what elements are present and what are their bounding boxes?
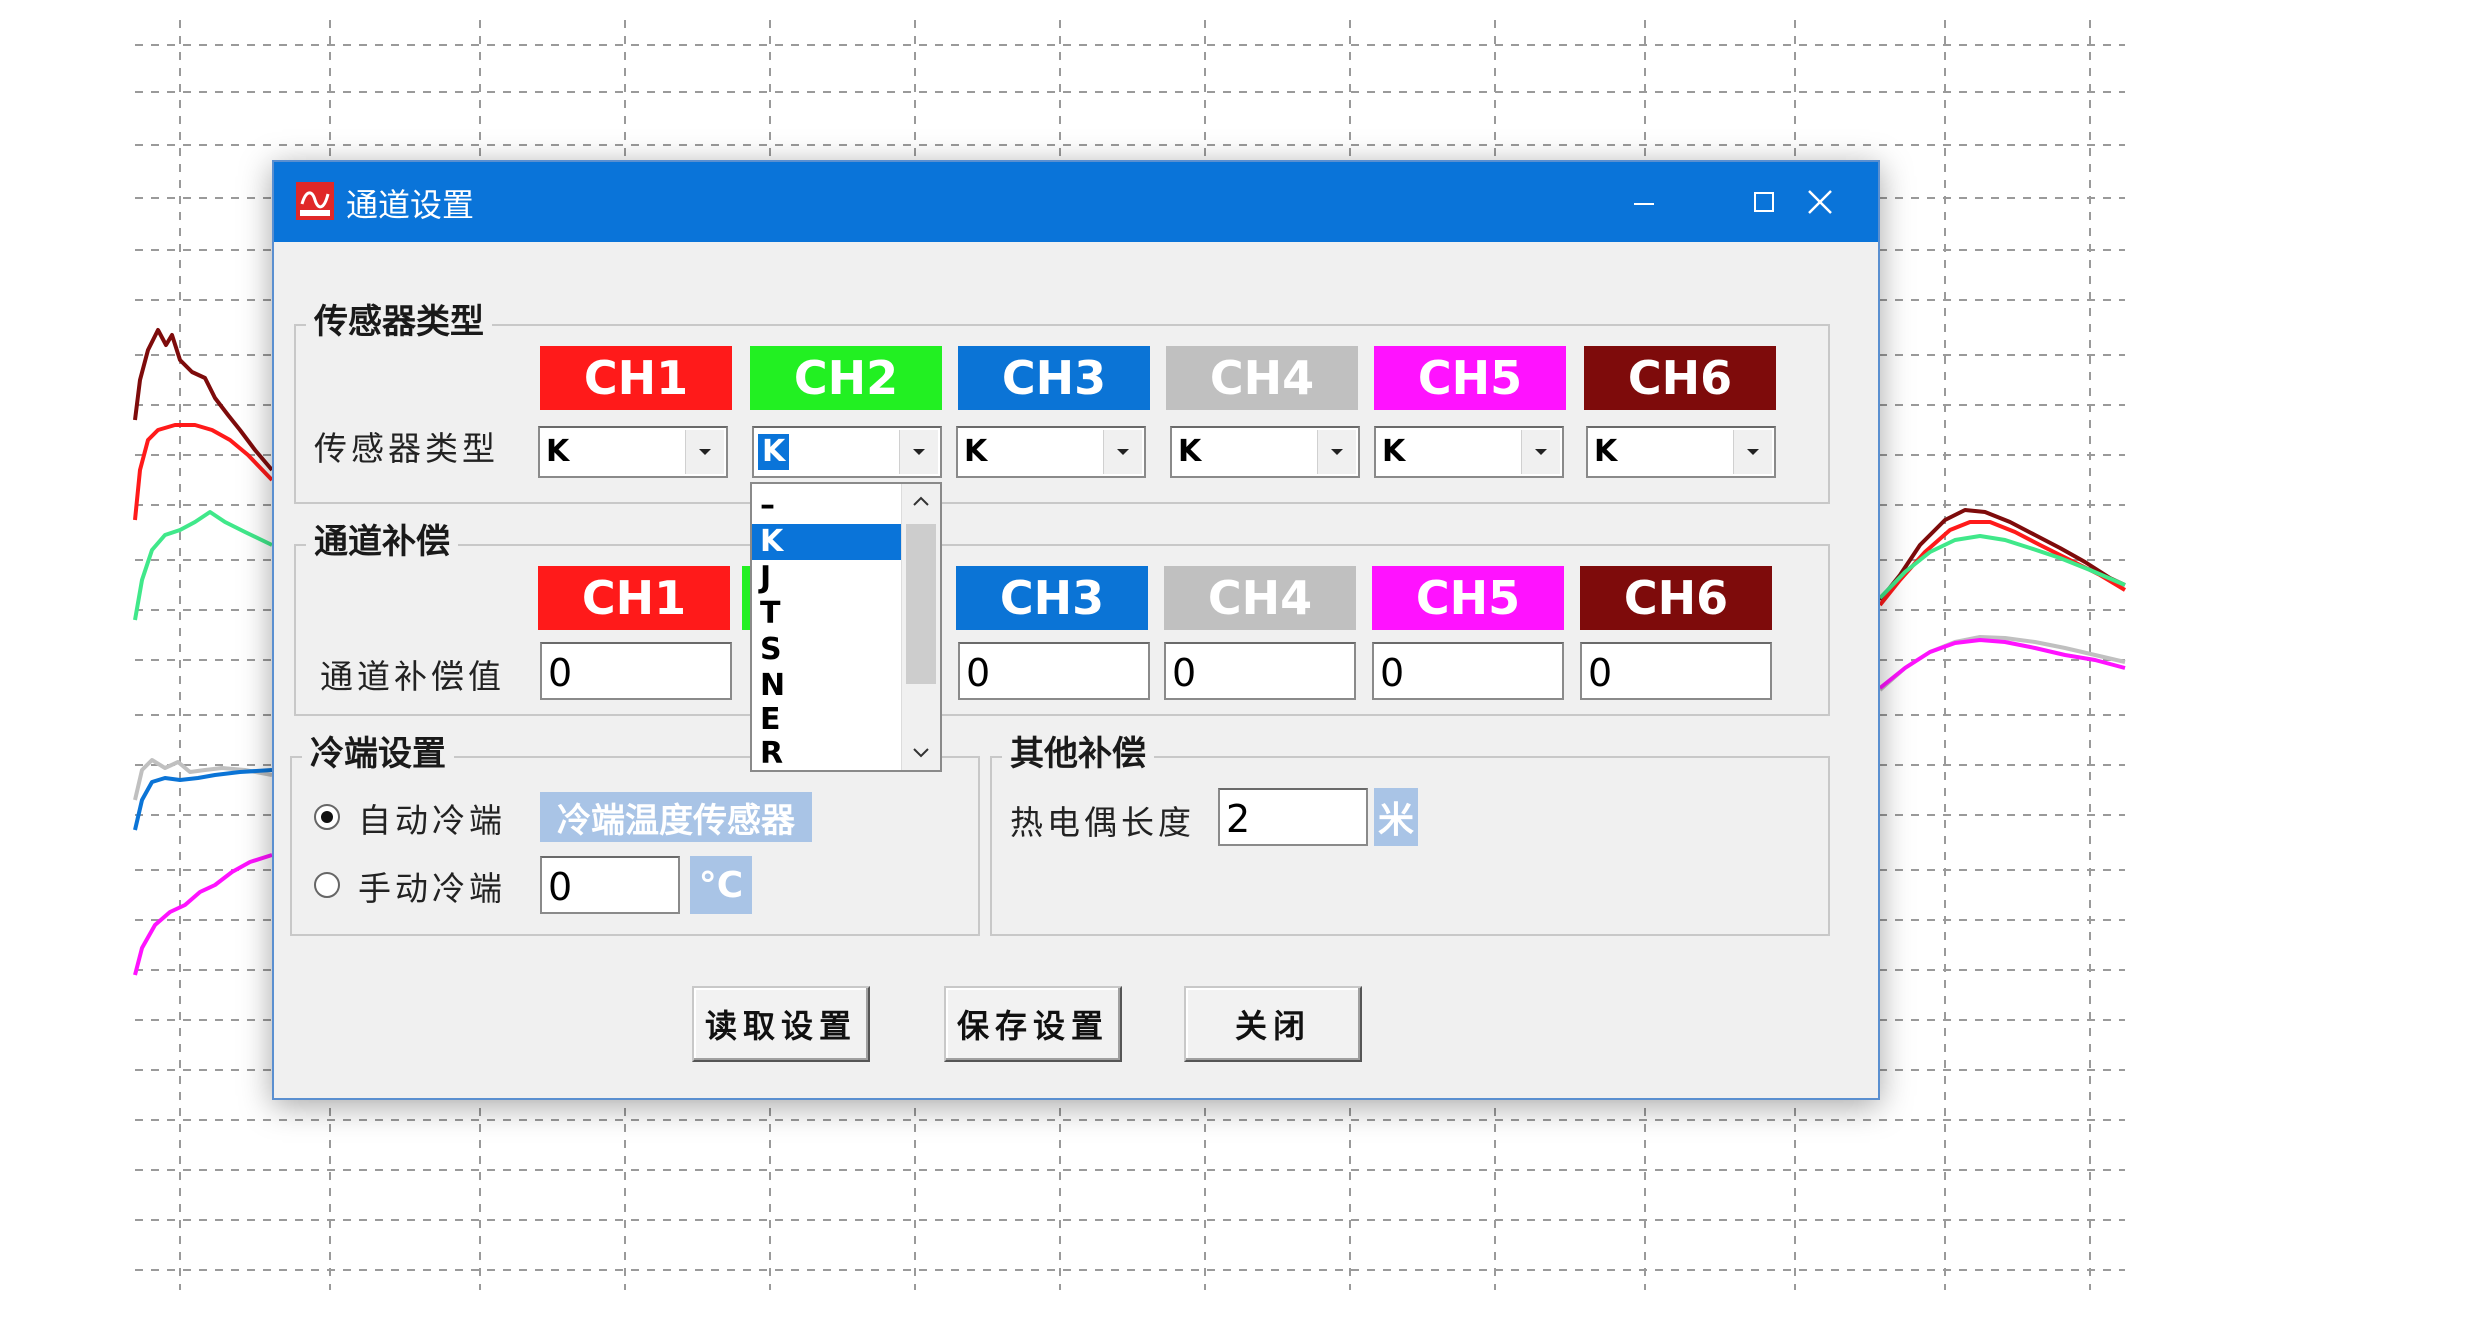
sensor-ch3-select[interactable]: K [956,426,1146,478]
curve-ch5-left [133,853,273,976]
sensor-ch6-header: CH6 [1584,346,1776,410]
app-logo-icon [296,182,334,220]
dropdown-option[interactable]: N [752,668,902,704]
sensor-type-row-label: 传感器类型 [314,429,499,468]
dropdown-option[interactable]: J [752,560,902,596]
minimize-icon [1634,203,1654,205]
comp-ch5-header: CH5 [1372,566,1564,630]
auto-cold-radio[interactable] [314,804,340,830]
sensor-ch5-select[interactable]: K [1374,426,1564,478]
curve-ch2-left [133,510,273,621]
curve-ch4-right [1878,635,2126,692]
window-title: 通道设置 [346,186,475,224]
sensor-ch2-dropdown-list[interactable]: – K J T S N E R [750,482,942,772]
cold-sensor-tag: 冷端温度传感器 [540,792,812,842]
sensor-ch6-select[interactable]: K [1586,426,1776,478]
thermocouple-length-value: 2 [1226,797,1251,841]
other-compensation-group: 其他补偿 [990,732,1830,936]
chevron-down-icon[interactable] [1103,430,1142,474]
auto-cold-label[interactable]: 自动冷端 [358,794,506,842]
comp-ch1-value: 0 [548,651,573,695]
close-icon [1808,190,1832,214]
sensor-ch2-header: CH2 [750,346,942,410]
thermocouple-length-input[interactable]: 2 [1218,788,1368,846]
dropdown-option[interactable]: R [752,736,902,772]
sensor-ch4-select[interactable]: K [1170,426,1360,478]
minimize-button[interactable] [1584,162,1704,242]
comp-ch1-header: CH1 [538,566,730,630]
meter-unit-tag: 米 [1374,788,1418,846]
chevron-down-icon[interactable] [1733,430,1772,474]
comp-ch6-input[interactable]: 0 [1580,642,1772,700]
curve-ch5-right [1878,638,2126,690]
comp-ch5-value: 0 [1380,651,1405,695]
comp-ch4-input[interactable]: 0 [1164,642,1356,700]
cold-junction-group-title: 冷端设置 [302,732,454,776]
other-compensation-group-title: 其他补偿 [1002,732,1154,776]
manual-cold-input[interactable]: 0 [540,856,680,914]
manual-cold-value: 0 [548,865,573,909]
chevron-down-icon[interactable] [1521,430,1560,474]
chevron-down-icon[interactable] [685,430,724,474]
chevron-down-icon[interactable] [899,430,938,474]
curve-ch3-left [133,768,273,831]
sensor-ch1-value: K [546,434,570,469]
sensor-ch1-header: CH1 [540,346,732,410]
chevron-down-icon[interactable] [1317,430,1356,474]
thermocouple-length-label: 热电偶长度 [1010,803,1195,842]
comp-ch3-header: CH3 [956,566,1148,630]
dropdown-option[interactable]: – [752,488,902,524]
sensor-ch6-value: K [1594,434,1618,469]
manual-cold-radio[interactable] [314,872,340,898]
sensor-ch2-select[interactable]: K [752,426,942,478]
comp-ch3-input[interactable]: 0 [958,642,1150,700]
comp-ch6-value: 0 [1588,651,1613,695]
comp-ch4-header: CH4 [1164,566,1356,630]
sensor-ch3-value: K [964,434,988,469]
sensor-ch3-header: CH3 [958,346,1150,410]
close-button[interactable]: 关闭 [1184,986,1362,1062]
dropdown-option[interactable]: S [752,632,902,668]
compensation-group-title: 通道补偿 [306,520,458,564]
read-settings-button[interactable]: 读取设置 [692,986,870,1062]
chevron-down-icon[interactable] [911,746,931,760]
manual-cold-label[interactable]: 手动冷端 [358,862,506,910]
comp-ch3-value: 0 [966,651,991,695]
close-window-button[interactable] [1760,162,1880,242]
sensor-ch1-select[interactable]: K [538,426,728,478]
dropdown-option[interactable]: T [752,596,902,632]
compensation-row-label: 通道补偿值 [320,657,505,696]
comp-ch5-input[interactable]: 0 [1372,642,1564,700]
chevron-up-icon[interactable] [911,494,931,508]
comp-ch6-header: CH6 [1580,566,1772,630]
sensor-ch2-value: K [758,434,790,470]
celsius-unit-tag: °C [690,856,752,914]
dropdown-option-selected[interactable]: K [752,524,902,560]
sensor-ch4-header: CH4 [1166,346,1358,410]
save-settings-button[interactable]: 保存设置 [944,986,1122,1062]
sensor-ch4-value: K [1178,434,1202,469]
sensor-ch5-header: CH5 [1374,346,1566,410]
title-bar[interactable]: 通道设置 [274,162,1878,242]
dropdown-option[interactable]: E [752,702,902,738]
comp-ch1-input[interactable]: 0 [540,642,732,700]
curve-ch6-right [1878,508,2126,602]
comp-ch4-value: 0 [1172,651,1197,695]
sensor-type-group-title: 传感器类型 [306,300,492,344]
curve-ch6-left [133,328,274,472]
dropdown-scrollbar[interactable] [901,484,940,770]
sensor-ch5-value: K [1382,434,1406,469]
scrollbar-thumb[interactable] [906,524,936,684]
channel-settings-dialog: 通道设置 传感器类型 传感器类型 CH1 CH2 CH3 CH4 CH5 CH6… [272,160,1880,1100]
